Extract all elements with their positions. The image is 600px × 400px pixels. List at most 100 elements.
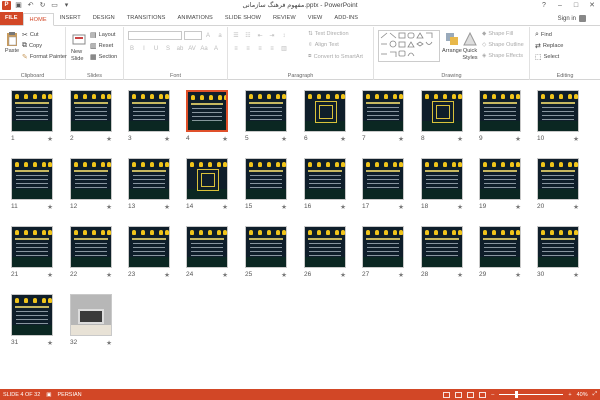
columns-icon[interactable]: ▥ [280, 45, 288, 53]
maximize-button[interactable]: □ [570, 1, 582, 10]
tab-insert[interactable]: INSERT [54, 12, 87, 25]
transition-star-icon[interactable]: ★ [457, 135, 463, 143]
slide-thumbnail-cell[interactable]: 2 ★ [70, 90, 112, 146]
reading-view-icon[interactable] [467, 391, 475, 398]
align-right-icon[interactable]: ≡ [256, 45, 264, 53]
transition-star-icon[interactable]: ★ [222, 203, 228, 211]
slide-thumbnail[interactable] [11, 226, 53, 268]
find-button[interactable]: ⌕ Find [535, 31, 552, 39]
zoom-slider-thumb[interactable] [515, 391, 519, 398]
slide-thumbnail[interactable] [362, 226, 404, 268]
transition-star-icon[interactable]: ★ [515, 203, 521, 211]
slide-thumbnail[interactable] [479, 158, 521, 200]
strikethrough-icon[interactable]: ab [176, 45, 184, 53]
zoom-slider[interactable] [499, 391, 564, 398]
transition-star-icon[interactable]: ★ [106, 135, 112, 143]
transition-star-icon[interactable]: ★ [281, 135, 287, 143]
reset-button[interactable]: ▥ Reset [90, 42, 113, 50]
shape-effects-button[interactable]: ◈ Shape Effects [482, 53, 523, 59]
text-direction-button[interactable]: ⇅ Text Direction [308, 31, 349, 37]
grow-font-icon[interactable]: A [204, 32, 212, 40]
tab-view[interactable]: VIEW [302, 12, 329, 25]
slide-thumbnail-cell[interactable]: 10 ★ [537, 90, 579, 146]
numbering-icon[interactable]: ☷ [244, 32, 252, 40]
slide-thumbnail-cell[interactable]: 17 ★ [362, 158, 404, 214]
slide-thumbnail[interactable] [11, 90, 53, 132]
transition-star-icon[interactable]: ★ [340, 271, 346, 279]
transition-star-icon[interactable]: ★ [457, 203, 463, 211]
slide-thumbnail-cell[interactable]: 25 ★ [245, 226, 287, 282]
cut-button[interactable]: ✂ Cut [22, 31, 39, 39]
slide-thumbnail-cell[interactable]: 30 ★ [537, 226, 579, 282]
slide-thumbnail[interactable] [70, 90, 112, 132]
convert-smartart-button[interactable]: ⧈ Convert to SmartArt [308, 53, 363, 60]
paste-button[interactable]: Paste [4, 31, 20, 54]
replace-button[interactable]: ⇄ Replace [535, 42, 563, 50]
slide-thumbnail-cell[interactable]: 14 ★ [186, 158, 228, 214]
slide-thumbnail-cell[interactable]: 31 ★ [11, 294, 53, 350]
zoom-out-button[interactable]: – [491, 392, 494, 398]
slide-thumbnail[interactable] [70, 158, 112, 200]
align-text-button[interactable]: ⇳ Align Text [308, 42, 339, 48]
slide-thumbnail[interactable] [479, 226, 521, 268]
slide-thumbnail[interactable] [245, 226, 287, 268]
slide-thumbnail[interactable] [11, 158, 53, 200]
transition-star-icon[interactable]: ★ [457, 271, 463, 279]
shapes-gallery[interactable] [378, 30, 440, 62]
slide-thumbnail-cell[interactable]: 15 ★ [245, 158, 287, 214]
transition-star-icon[interactable]: ★ [573, 135, 579, 143]
transition-star-icon[interactable]: ★ [398, 135, 404, 143]
slide-thumbnail[interactable] [421, 226, 463, 268]
slide-thumbnail[interactable] [245, 90, 287, 132]
slide-thumbnail[interactable] [304, 158, 346, 200]
decrease-indent-icon[interactable]: ⇤ [256, 32, 264, 40]
transition-star-icon[interactable]: ★ [281, 203, 287, 211]
slideshow-view-icon[interactable] [479, 391, 487, 398]
slide-thumbnail[interactable] [537, 90, 579, 132]
arrange-button[interactable]: Arrange [442, 31, 462, 54]
slide-thumbnail-cell[interactable]: 16 ★ [304, 158, 346, 214]
zoom-level[interactable]: 40% [577, 392, 588, 398]
sign-in[interactable]: Sign in [558, 15, 586, 22]
slide-thumbnail-cell[interactable]: 24 ★ [186, 226, 228, 282]
slide-thumbnail[interactable] [537, 226, 579, 268]
slide-thumbnail-cell[interactable]: 19 ★ [479, 158, 521, 214]
transition-star-icon[interactable]: ★ [106, 339, 112, 347]
transition-star-icon[interactable]: ★ [515, 135, 521, 143]
slide-thumbnail-cell[interactable]: 23 ★ [128, 226, 170, 282]
increase-indent-icon[interactable]: ⇥ [268, 32, 276, 40]
slide-thumbnail-cell[interactable]: 21 ★ [11, 226, 53, 282]
line-spacing-icon[interactable]: ↕ [280, 32, 288, 40]
language-indicator[interactable]: PERSIAN [58, 392, 82, 398]
transition-star-icon[interactable]: ★ [164, 271, 170, 279]
copy-button[interactable]: ⧉ Copy [22, 42, 42, 50]
slide-thumbnail-cell[interactable]: 13 ★ [128, 158, 170, 214]
section-button[interactable]: ▦ Section [90, 53, 117, 61]
shape-outline-button[interactable]: ◇ Shape Outline [482, 42, 524, 48]
transition-star-icon[interactable]: ★ [222, 271, 228, 279]
shadow-icon[interactable]: S [164, 45, 172, 53]
tab-transitions[interactable]: TRANSITIONS [121, 12, 172, 25]
slide-thumbnail[interactable] [479, 90, 521, 132]
slide-thumbnail-cell[interactable]: 3 ★ [128, 90, 170, 146]
close-button[interactable]: ✕ [586, 1, 598, 10]
transition-star-icon[interactable]: ★ [47, 135, 53, 143]
slide-thumbnail[interactable] [421, 90, 463, 132]
transition-star-icon[interactable]: ★ [222, 135, 228, 143]
shape-fill-button[interactable]: ◆ Shape Fill [482, 31, 513, 37]
transition-star-icon[interactable]: ★ [573, 203, 579, 211]
new-slide-button[interactable]: New Slide [71, 32, 87, 62]
tab-add-ins[interactable]: ADD-INS [328, 12, 364, 25]
slide-thumbnail-cell[interactable]: 22 ★ [70, 226, 112, 282]
italic-icon[interactable]: I [140, 45, 148, 53]
help-button[interactable]: ? [538, 1, 550, 10]
transition-star-icon[interactable]: ★ [47, 339, 53, 347]
slide-sorter-view-icon[interactable] [455, 391, 463, 398]
shrink-font-icon[interactable]: a [216, 32, 224, 40]
quick-styles-button[interactable]: Quick Styles [462, 31, 478, 61]
slide-thumbnail-cell[interactable]: 18 ★ [421, 158, 463, 214]
slide-thumbnail-cell[interactable]: 27 ★ [362, 226, 404, 282]
bullets-icon[interactable]: ☰ [232, 32, 240, 40]
slide-thumbnail-cell[interactable]: 1 ★ [11, 90, 53, 146]
slide-thumbnail[interactable] [11, 294, 53, 336]
